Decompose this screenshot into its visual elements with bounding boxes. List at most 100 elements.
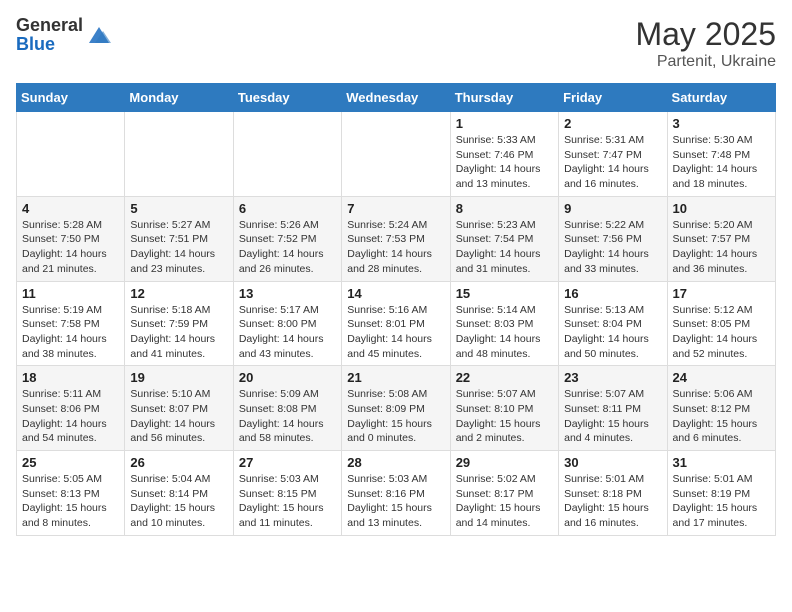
- day-info: Sunrise: 5:30 AM Sunset: 7:48 PM Dayligh…: [673, 133, 770, 192]
- day-number: 11: [22, 286, 119, 301]
- day-number: 25: [22, 455, 119, 470]
- day-number: 4: [22, 201, 119, 216]
- calendar-cell: 11 Sunrise: 5:19 AM Sunset: 7:58 PM Dayli…: [17, 281, 125, 366]
- day-info: Sunrise: 5:18 AM Sunset: 7:59 PM Dayligh…: [130, 303, 227, 362]
- day-number: 26: [130, 455, 227, 470]
- day-info: Sunrise: 5:03 AM Sunset: 8:16 PM Dayligh…: [347, 472, 444, 531]
- calendar-cell: 6 Sunrise: 5:26 AM Sunset: 7:52 PM Daylig…: [233, 196, 341, 281]
- day-info: Sunrise: 5:11 AM Sunset: 8:06 PM Dayligh…: [22, 387, 119, 446]
- calendar-cell: 19Sunrise: 5:10 AM Sunset: 8:07 PM Dayli…: [125, 366, 233, 451]
- day-info: Sunrise: 5:08 AM Sunset: 8:09 PM Dayligh…: [347, 387, 444, 446]
- calendar-cell: 22 Sunrise: 5:07 AM Sunset: 8:10 PM Dayli…: [450, 366, 558, 451]
- calendar-cell: 9 Sunrise: 5:22 AM Sunset: 7:56 PM Daylig…: [559, 196, 667, 281]
- calendar-cell: 2 Sunrise: 5:31 AM Sunset: 7:47 PM Daylig…: [559, 112, 667, 197]
- calendar-cell: 27 Sunrise: 5:03 AM Sunset: 8:15 PM Dayli…: [233, 451, 341, 536]
- calendar-cell: 15 Sunrise: 5:14 AM Sunset: 8:03 PM Dayli…: [450, 281, 558, 366]
- day-info: Sunrise: 5:07 AM Sunset: 8:10 PM Dayligh…: [456, 387, 553, 446]
- day-number: 16: [564, 286, 661, 301]
- calendar-cell: 16 Sunrise: 5:13 AM Sunset: 8:04 PM Dayli…: [559, 281, 667, 366]
- day-number: 14: [347, 286, 444, 301]
- day-info: Sunrise: 5:27 AM Sunset: 7:51 PM Dayligh…: [130, 218, 227, 277]
- calendar-cell: 28Sunrise: 5:03 AM Sunset: 8:16 PM Dayli…: [342, 451, 450, 536]
- day-info: Sunrise: 5:22 AM Sunset: 7:56 PM Dayligh…: [564, 218, 661, 277]
- day-number: 24: [673, 370, 770, 385]
- calendar-cell: 25 Sunrise: 5:05 AM Sunset: 8:13 PM Dayli…: [17, 451, 125, 536]
- logo-general: General: [16, 15, 83, 35]
- day-number: 21: [347, 370, 444, 385]
- logo-blue: Blue: [16, 34, 55, 54]
- calendar-table: SundayMondayTuesdayWednesdayThursdayFrid…: [16, 83, 776, 536]
- day-number: 31: [673, 455, 770, 470]
- day-number: 8: [456, 201, 553, 216]
- week-row-1: 1Sunrise: 5:33 AM Sunset: 7:46 PM Daylig…: [17, 112, 776, 197]
- day-info: Sunrise: 5:20 AM Sunset: 7:57 PM Dayligh…: [673, 218, 770, 277]
- weekday-header-thursday: Thursday: [450, 84, 558, 112]
- calendar-cell: [342, 112, 450, 197]
- title-block: May 2025 Partenit, Ukraine: [635, 16, 776, 71]
- day-info: Sunrise: 5:19 AM Sunset: 7:58 PM Dayligh…: [22, 303, 119, 362]
- day-info: Sunrise: 5:17 AM Sunset: 8:00 PM Dayligh…: [239, 303, 336, 362]
- calendar-cell: [17, 112, 125, 197]
- calendar-cell: 5 Sunrise: 5:27 AM Sunset: 7:51 PM Daylig…: [125, 196, 233, 281]
- logo-icon: [85, 21, 113, 49]
- day-info: Sunrise: 5:14 AM Sunset: 8:03 PM Dayligh…: [456, 303, 553, 362]
- day-info: Sunrise: 5:07 AM Sunset: 8:11 PM Dayligh…: [564, 387, 661, 446]
- day-number: 3: [673, 116, 770, 131]
- calendar-cell: 29Sunrise: 5:02 AM Sunset: 8:17 PM Dayli…: [450, 451, 558, 536]
- day-number: 9: [564, 201, 661, 216]
- day-number: 29: [456, 455, 553, 470]
- day-info: Sunrise: 5:03 AM Sunset: 8:15 PM Dayligh…: [239, 472, 336, 531]
- calendar-cell: 23 Sunrise: 5:07 AM Sunset: 8:11 PM Dayli…: [559, 366, 667, 451]
- day-number: 13: [239, 286, 336, 301]
- weekday-header-friday: Friday: [559, 84, 667, 112]
- calendar-cell: 7Sunrise: 5:24 AM Sunset: 7:53 PM Daylig…: [342, 196, 450, 281]
- calendar-cell: 14 Sunrise: 5:16 AM Sunset: 8:01 PM Dayli…: [342, 281, 450, 366]
- calendar-cell: 12 Sunrise: 5:18 AM Sunset: 7:59 PM Dayli…: [125, 281, 233, 366]
- calendar-cell: 21 Sunrise: 5:08 AM Sunset: 8:09 PM Dayli…: [342, 366, 450, 451]
- weekday-header-monday: Monday: [125, 84, 233, 112]
- calendar-cell: 1Sunrise: 5:33 AM Sunset: 7:46 PM Daylig…: [450, 112, 558, 197]
- day-number: 15: [456, 286, 553, 301]
- day-number: 17: [673, 286, 770, 301]
- day-info: Sunrise: 5:26 AM Sunset: 7:52 PM Dayligh…: [239, 218, 336, 277]
- day-number: 5: [130, 201, 227, 216]
- calendar-cell: 26Sunrise: 5:04 AM Sunset: 8:14 PM Dayli…: [125, 451, 233, 536]
- calendar-cell: [125, 112, 233, 197]
- day-number: 18: [22, 370, 119, 385]
- calendar-cell: 13 Sunrise: 5:17 AM Sunset: 8:00 PM Dayli…: [233, 281, 341, 366]
- calendar-cell: 24Sunrise: 5:06 AM Sunset: 8:12 PM Dayli…: [667, 366, 775, 451]
- week-row-3: 11 Sunrise: 5:19 AM Sunset: 7:58 PM Dayli…: [17, 281, 776, 366]
- day-number: 10: [673, 201, 770, 216]
- day-info: Sunrise: 5:05 AM Sunset: 8:13 PM Dayligh…: [22, 472, 119, 531]
- calendar-subtitle: Partenit, Ukraine: [635, 53, 776, 71]
- day-info: Sunrise: 5:24 AM Sunset: 7:53 PM Dayligh…: [347, 218, 444, 277]
- weekday-header-row: SundayMondayTuesdayWednesdayThursdayFrid…: [17, 84, 776, 112]
- calendar-cell: 17Sunrise: 5:12 AM Sunset: 8:05 PM Dayli…: [667, 281, 775, 366]
- calendar-cell: 8 Sunrise: 5:23 AM Sunset: 7:54 PM Daylig…: [450, 196, 558, 281]
- day-number: 30: [564, 455, 661, 470]
- day-info: Sunrise: 5:28 AM Sunset: 7:50 PM Dayligh…: [22, 218, 119, 277]
- day-number: 22: [456, 370, 553, 385]
- week-row-4: 18 Sunrise: 5:11 AM Sunset: 8:06 PM Dayli…: [17, 366, 776, 451]
- day-info: Sunrise: 5:16 AM Sunset: 8:01 PM Dayligh…: [347, 303, 444, 362]
- calendar-cell: 10 Sunrise: 5:20 AM Sunset: 7:57 PM Dayli…: [667, 196, 775, 281]
- calendar-cell: 18 Sunrise: 5:11 AM Sunset: 8:06 PM Dayli…: [17, 366, 125, 451]
- day-info: Sunrise: 5:09 AM Sunset: 8:08 PM Dayligh…: [239, 387, 336, 446]
- day-number: 12: [130, 286, 227, 301]
- day-number: 2: [564, 116, 661, 131]
- day-info: Sunrise: 5:13 AM Sunset: 8:04 PM Dayligh…: [564, 303, 661, 362]
- day-info: Sunrise: 5:23 AM Sunset: 7:54 PM Dayligh…: [456, 218, 553, 277]
- day-info: Sunrise: 5:01 AM Sunset: 8:18 PM Dayligh…: [564, 472, 661, 531]
- logo: General Blue: [16, 16, 113, 54]
- day-number: 6: [239, 201, 336, 216]
- weekday-header-wednesday: Wednesday: [342, 84, 450, 112]
- weekday-header-tuesday: Tuesday: [233, 84, 341, 112]
- day-number: 27: [239, 455, 336, 470]
- day-info: Sunrise: 5:33 AM Sunset: 7:46 PM Dayligh…: [456, 133, 553, 192]
- weekday-header-saturday: Saturday: [667, 84, 775, 112]
- day-info: Sunrise: 5:01 AM Sunset: 8:19 PM Dayligh…: [673, 472, 770, 531]
- day-number: 23: [564, 370, 661, 385]
- week-row-2: 4 Sunrise: 5:28 AM Sunset: 7:50 PM Daylig…: [17, 196, 776, 281]
- day-number: 20: [239, 370, 336, 385]
- day-info: Sunrise: 5:31 AM Sunset: 7:47 PM Dayligh…: [564, 133, 661, 192]
